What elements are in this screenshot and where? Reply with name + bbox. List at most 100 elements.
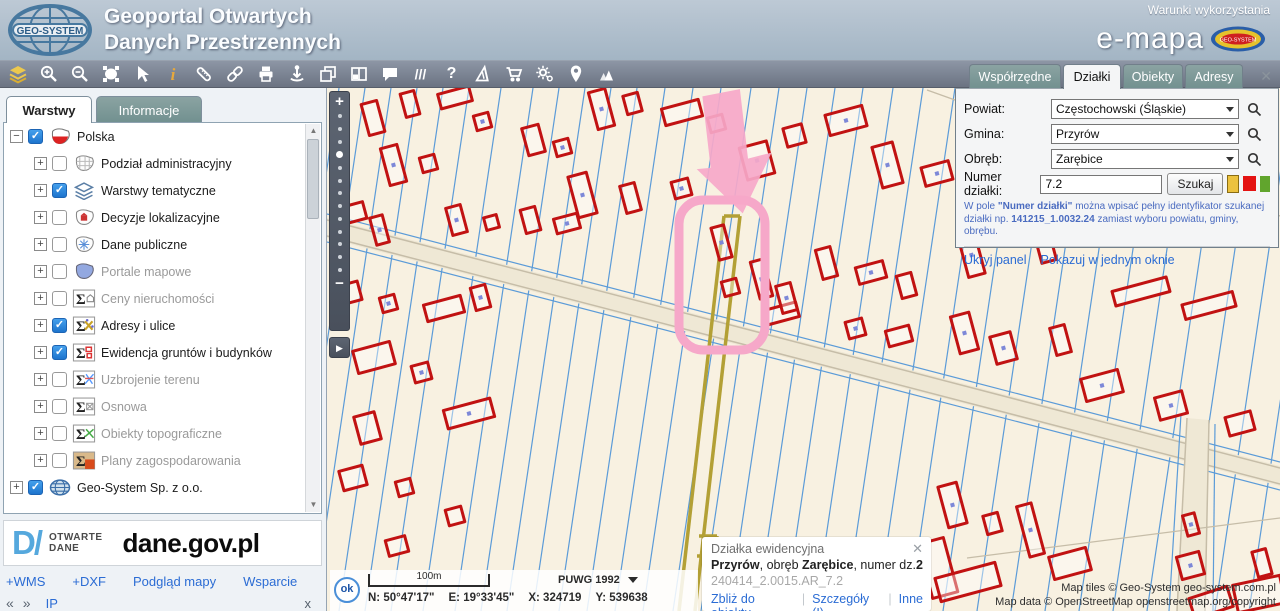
gmina-select[interactable]: Przyrów (1051, 124, 1239, 144)
info-icon[interactable]: i (157, 61, 188, 87)
checkbox[interactable] (52, 237, 67, 252)
style-swatch-green[interactable] (1260, 176, 1271, 192)
search-icon[interactable] (1247, 102, 1262, 117)
hide-panel-link[interactable]: Ukryj panel (964, 253, 1027, 267)
expander-icon[interactable]: + (34, 400, 47, 413)
tree-item-polska[interactable]: − ✓ Polska (4, 123, 321, 150)
style-swatch-red[interactable] (1243, 176, 1257, 191)
checkbox[interactable]: ✓ (52, 318, 67, 333)
tree-item-plany-zagospodarowania[interactable]: + Σ Plany zagospodarowania (4, 447, 321, 474)
support-link[interactable]: Wsparcie (243, 574, 297, 589)
tree-scrollbar[interactable]: ▲ ▼ (305, 124, 320, 512)
obreb-select[interactable]: Zarębice (1051, 149, 1239, 169)
checkbox[interactable] (52, 426, 67, 441)
expander-icon[interactable]: − (10, 130, 23, 143)
checkbox[interactable] (52, 453, 67, 468)
tree-item-dane-publiczne[interactable]: + Dane publiczne (4, 231, 321, 258)
expander-icon[interactable]: + (34, 157, 47, 170)
zoom-slider[interactable]: + − (329, 91, 350, 331)
checkbox[interactable]: ✓ (52, 183, 67, 198)
terrain-icon[interactable] (591, 61, 622, 87)
expander-icon[interactable]: + (10, 481, 23, 494)
expander-icon[interactable]: + (34, 373, 47, 386)
help-icon[interactable]: ? (436, 61, 467, 87)
checkbox[interactable] (52, 291, 67, 306)
single-window-link[interactable]: Pokazuj w jednym oknie (1041, 253, 1175, 267)
tree-item-uzbrojenie-terenu[interactable]: + Σ Uzbrojenie terenu (4, 366, 321, 393)
expander-icon[interactable]: + (34, 292, 47, 305)
tab-warstwy[interactable]: Warstwy (6, 96, 92, 123)
tab-dzialki[interactable]: Działki (1063, 64, 1121, 89)
slash-lines-icon[interactable]: /// (405, 61, 436, 87)
print-icon[interactable] (250, 61, 281, 87)
zoom-out-icon[interactable] (64, 61, 95, 87)
powiat-select[interactable]: Częstochowski (Śląskie) (1051, 99, 1239, 119)
scroll-thumb[interactable] (307, 139, 319, 219)
wms-link[interactable]: +WMS (6, 574, 45, 589)
scroll-up-icon[interactable]: ▲ (306, 124, 321, 138)
ok-button[interactable]: ok (334, 577, 360, 603)
tree-item-podzial-administracyjny[interactable]: + Podział administracyjny (4, 150, 321, 177)
next-page-button[interactable]: » (23, 595, 31, 611)
tab-adresy[interactable]: Adresy (1185, 64, 1243, 89)
checkbox[interactable] (52, 156, 67, 171)
parcel-number-input[interactable] (1040, 174, 1163, 194)
expander-icon[interactable]: + (34, 265, 47, 278)
details-link[interactable]: Szczegóły (I) (812, 592, 881, 611)
zoom-to-object-link[interactable]: Zbliż do obiektu (711, 592, 795, 611)
map-preview-link[interactable]: Podgląd mapy (133, 574, 216, 589)
terms-of-use-link[interactable]: Warunki wykorzystania (1148, 3, 1270, 17)
checkbox[interactable]: ✓ (28, 129, 43, 144)
checkbox[interactable] (52, 264, 67, 279)
tree-item-adresy-i-ulice[interactable]: + ✓ Σ Adresy i ulice (4, 312, 321, 339)
panel-close-icon[interactable]: ✕ (1260, 68, 1272, 85)
tree-item-ceny-nieruchomosci[interactable]: + Σ Ceny nieruchomości (4, 285, 321, 312)
other-link[interactable]: Inne (899, 592, 923, 611)
prev-page-button[interactable]: « (6, 595, 14, 611)
search-button[interactable]: Szukaj (1167, 173, 1224, 195)
zoom-in-icon[interactable] (33, 61, 64, 87)
select-area-icon[interactable] (95, 61, 126, 87)
pointer-icon[interactable] (126, 61, 157, 87)
zoom-level-current[interactable] (336, 151, 343, 159)
tree-item-decyzje-lokalizacyjne[interactable]: + Decyzje lokalizacyjne (4, 204, 321, 231)
tree-item-obiekty-topograficzne[interactable]: + Σ Obiekty topograficzne (4, 420, 321, 447)
copy-view-icon[interactable] (312, 61, 343, 87)
expander-icon[interactable]: + (34, 454, 47, 467)
cart-icon[interactable] (498, 61, 529, 87)
dxf-link[interactable]: +DXF (72, 574, 106, 589)
expander-icon[interactable]: + (34, 238, 47, 251)
search-icon[interactable] (1247, 152, 1262, 167)
checkbox[interactable] (52, 210, 67, 225)
layers-icon[interactable] (2, 61, 33, 87)
search-icon[interactable] (1247, 127, 1262, 142)
link-icon[interactable] (219, 61, 250, 87)
ip-link[interactable]: IP (46, 596, 58, 611)
flag-icon[interactable] (467, 61, 498, 87)
zoom-plus-button[interactable]: + (335, 94, 344, 110)
tab-wspolrzedne[interactable]: Współrzędne (969, 64, 1061, 89)
measure-icon[interactable] (188, 61, 219, 87)
expander-icon[interactable]: + (34, 211, 47, 224)
expander-icon[interactable]: + (34, 346, 47, 359)
tree-item-warstwy-tematyczne[interactable]: + ✓ Warstwy tematyczne (4, 177, 321, 204)
checkbox[interactable]: ✓ (28, 480, 43, 495)
expander-icon[interactable]: + (34, 319, 47, 332)
expander-icon[interactable]: + (34, 184, 47, 197)
split-panel-icon[interactable] (343, 61, 374, 87)
crs-select[interactable]: PUWG 1992 (558, 574, 638, 586)
expander-icon[interactable]: + (34, 427, 47, 440)
zoom-minus-button[interactable]: − (335, 276, 344, 292)
checkbox[interactable] (52, 399, 67, 414)
tree-item-portale-mapowe[interactable]: + Portale mapowe (4, 258, 321, 285)
tab-obiekty[interactable]: Obiekty (1123, 64, 1183, 89)
locate-user-icon[interactable] (560, 61, 591, 87)
footer-close-button[interactable]: x (305, 596, 312, 611)
tree-item-geo-system[interactable]: + ✓ Geo-System Sp. z o.o. (4, 474, 321, 501)
style-swatch-yellow[interactable] (1227, 175, 1240, 193)
infobox-close-icon[interactable]: ✕ (912, 541, 923, 557)
checkbox[interactable]: ✓ (52, 345, 67, 360)
settings-icon[interactable] (529, 61, 560, 87)
checkbox[interactable] (52, 372, 67, 387)
comment-icon[interactable] (374, 61, 405, 87)
